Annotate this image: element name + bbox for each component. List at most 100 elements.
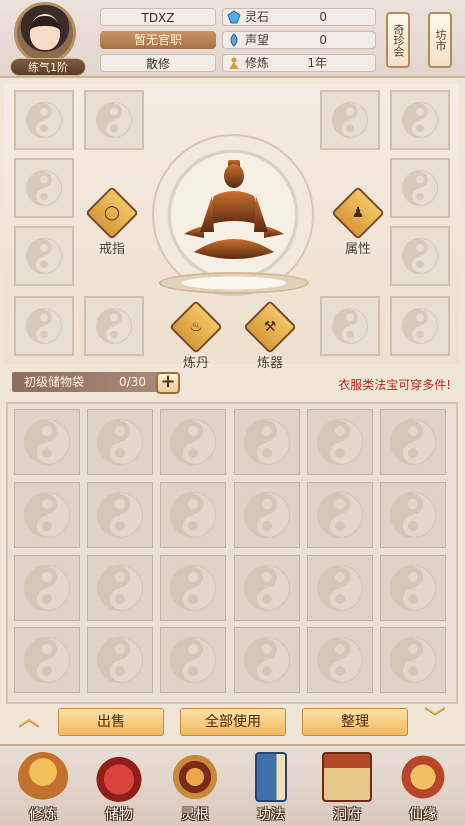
organize-button[interactable]: 整理 bbox=[302, 708, 408, 736]
page-down-arrow-icon[interactable]: ﹀ bbox=[418, 708, 452, 730]
nav-immortal-fate[interactable]: 仙缘 bbox=[388, 752, 458, 826]
inventory-slot[interactable] bbox=[87, 554, 154, 621]
inventory-slot[interactable] bbox=[233, 481, 300, 548]
nav-cave-mansion[interactable]: 洞府 bbox=[312, 752, 382, 826]
empty-slot-icon bbox=[316, 491, 363, 538]
treasure-auction-button[interactable]: 奇珍会 bbox=[386, 12, 410, 68]
forging-badge: ⚒ bbox=[243, 300, 297, 354]
equip-slot[interactable] bbox=[14, 158, 74, 218]
alchemy-badge: ♨ bbox=[169, 300, 223, 354]
reputation-label: 声望 bbox=[245, 33, 270, 47]
empty-slot-icon bbox=[402, 170, 438, 206]
inventory-slot[interactable] bbox=[233, 554, 300, 621]
inventory-slot[interactable] bbox=[160, 481, 227, 548]
inventory-slot[interactable] bbox=[87, 409, 154, 475]
empty-slot-icon bbox=[332, 102, 368, 138]
nav-cultivate[interactable]: 修炼 bbox=[8, 752, 78, 826]
ring-button[interactable]: ◯ 戒指 bbox=[80, 186, 144, 257]
inventory-slot[interactable] bbox=[160, 627, 227, 694]
inventory-slot[interactable] bbox=[233, 627, 300, 694]
empty-slot-icon bbox=[316, 419, 363, 465]
sell-button[interactable]: 出售 bbox=[58, 708, 164, 736]
empty-slot-icon bbox=[24, 564, 70, 611]
equip-slot[interactable] bbox=[320, 90, 380, 150]
top-header: 练气1阶 TDXZ 暂无官职 散修 灵石 0 声望 0 修炼 1年 奇珍会 坊市 bbox=[0, 0, 465, 78]
inventory-slot[interactable] bbox=[380, 481, 446, 548]
inventory-slot[interactable] bbox=[14, 627, 80, 694]
inventory-slot[interactable] bbox=[87, 627, 154, 694]
empty-slot-icon bbox=[26, 238, 62, 274]
empty-slot-icon bbox=[97, 637, 144, 684]
inventory-slot[interactable] bbox=[160, 554, 227, 621]
empty-slot-icon bbox=[170, 637, 217, 684]
equip-slot[interactable] bbox=[390, 296, 450, 356]
reputation-value: 0 bbox=[319, 33, 327, 47]
equipment-panel: ◯ 戒指 ♟ 属性 ♨ 炼丹 ⚒ 炼器 bbox=[4, 84, 459, 371]
player-avatar[interactable]: 练气1阶 bbox=[8, 2, 88, 76]
sect-name: 散修 bbox=[100, 54, 216, 72]
nav-storage-label: 储物 bbox=[105, 807, 133, 823]
inventory-slot[interactable] bbox=[380, 627, 446, 694]
inventory-slot[interactable] bbox=[306, 627, 373, 694]
equip-slot[interactable] bbox=[14, 226, 74, 286]
inventory-slot[interactable] bbox=[306, 409, 373, 475]
empty-slot-icon bbox=[332, 308, 368, 344]
alchemy-button[interactable]: ♨ 炼丹 bbox=[164, 300, 228, 371]
cultivation-value: 1年 bbox=[307, 56, 327, 70]
page-up-arrow-icon[interactable]: ︿ bbox=[12, 708, 46, 730]
nav-cave-mansion-label: 洞府 bbox=[333, 807, 361, 823]
empty-slot-icon bbox=[390, 564, 436, 611]
empty-slot-icon bbox=[390, 419, 436, 465]
market-button[interactable]: 坊市 bbox=[428, 12, 452, 68]
nav-technique[interactable]: 功法 bbox=[236, 752, 306, 826]
player-name: TDXZ bbox=[100, 8, 216, 26]
empty-slot-icon bbox=[402, 308, 438, 344]
equip-slot[interactable] bbox=[84, 90, 144, 150]
storage-bag-name: 初级储物袋 bbox=[24, 375, 85, 389]
cultivation-stat: 修炼 1年 bbox=[222, 54, 376, 72]
inventory-slot[interactable] bbox=[380, 409, 446, 475]
empty-slot-icon bbox=[26, 102, 62, 138]
spirit-stone-stat: 灵石 0 bbox=[222, 8, 376, 26]
empty-slot-icon bbox=[26, 170, 62, 206]
equip-slot[interactable] bbox=[84, 296, 144, 356]
empty-slot-icon bbox=[316, 564, 363, 611]
spirit-stone-value: 0 bbox=[319, 10, 327, 24]
equip-slot[interactable] bbox=[390, 226, 450, 286]
forging-button[interactable]: ⚒ 炼器 bbox=[238, 300, 302, 371]
empty-slot-icon bbox=[97, 491, 144, 538]
inventory-slot[interactable] bbox=[14, 409, 80, 475]
equip-slot[interactable] bbox=[14, 296, 74, 356]
equip-slot[interactable] bbox=[14, 90, 74, 150]
inventory-slot[interactable] bbox=[160, 409, 227, 475]
inventory-slot[interactable] bbox=[14, 554, 80, 621]
meditating-character-silhouette bbox=[184, 160, 284, 259]
empty-slot-icon bbox=[243, 564, 290, 611]
equip-slot[interactable] bbox=[390, 90, 450, 150]
attributes-button[interactable]: ♟ 属性 bbox=[326, 186, 390, 257]
ring-icon: ◯ bbox=[104, 205, 120, 221]
storage-bag-count: 0/30 bbox=[119, 375, 146, 389]
equip-slot[interactable] bbox=[320, 296, 380, 356]
equip-slot[interactable] bbox=[390, 158, 450, 218]
attributes-label: 属性 bbox=[344, 242, 371, 257]
inventory-slot[interactable] bbox=[233, 409, 300, 475]
empty-slot-icon bbox=[390, 637, 436, 684]
use-all-button[interactable]: 全部使用 bbox=[180, 708, 286, 736]
inventory-slot[interactable] bbox=[380, 554, 446, 621]
forging-label: 炼器 bbox=[256, 356, 283, 371]
nav-spirit-root[interactable]: 灵根 bbox=[160, 752, 230, 826]
inventory-slot[interactable] bbox=[14, 481, 80, 548]
official-rank[interactable]: 暂无官职 bbox=[100, 31, 216, 49]
nav-storage[interactable]: 储物 bbox=[84, 752, 154, 826]
inventory-slot[interactable] bbox=[306, 554, 373, 621]
ring-label: 戒指 bbox=[98, 242, 125, 257]
hammer-icon: ⚒ bbox=[263, 319, 277, 335]
inventory-slot[interactable] bbox=[306, 481, 373, 548]
inventory-slot[interactable] bbox=[87, 481, 154, 548]
level-badge: 练气1阶 bbox=[10, 58, 86, 76]
immortal-fate-icon bbox=[398, 752, 448, 802]
spirit-stone-label: 灵石 bbox=[245, 10, 270, 24]
expand-bag-button[interactable]: + bbox=[156, 372, 180, 394]
alchemy-label: 炼丹 bbox=[182, 356, 209, 371]
